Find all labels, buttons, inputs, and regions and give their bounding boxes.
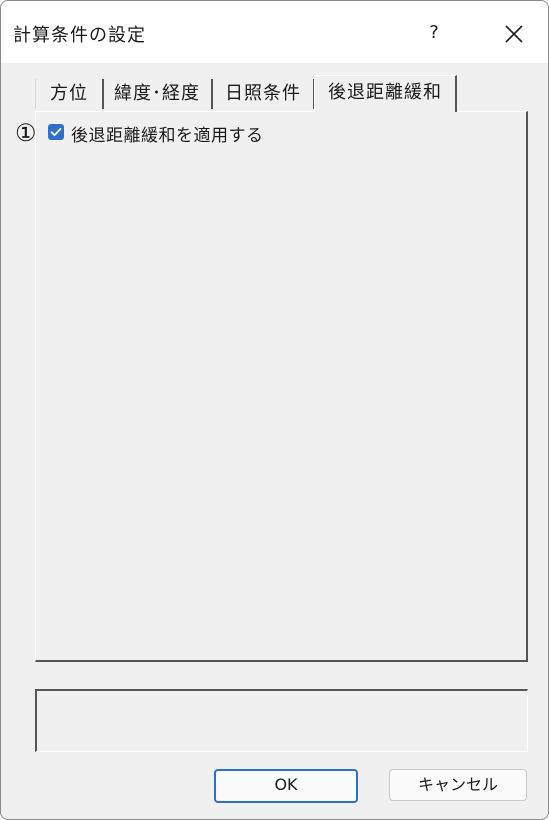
tab-panel <box>35 111 528 662</box>
tab-latitude-longitude[interactable]: 緯度･経度 <box>103 79 213 109</box>
dialog-title: 計算条件の設定 <box>13 25 146 46</box>
close-button[interactable] <box>494 15 534 51</box>
checkmark-icon <box>50 127 62 137</box>
cancel-button[interactable]: キャンセル <box>389 769 527 801</box>
annotation-marker: ① <box>15 119 37 147</box>
tab-sunlight-conditions[interactable]: 日照条件 <box>213 79 315 109</box>
message-box <box>35 689 528 752</box>
tab-setback-relaxation[interactable]: 後退距離緩和 <box>314 75 457 112</box>
settings-dialog: 計算条件の設定 ? 方位 緯度･経度 日照条件 後退距離緩和 ① 後退距離緩和を… <box>0 0 549 820</box>
apply-setback-checkbox[interactable] <box>48 124 64 140</box>
ok-button[interactable]: OK <box>214 769 358 803</box>
tab-direction[interactable]: 方位 <box>35 79 104 109</box>
help-button[interactable]: ? <box>414 15 454 51</box>
close-icon <box>505 24 523 43</box>
tab-strip: 方位 緯度･経度 日照条件 後退距離緩和 <box>35 75 515 112</box>
apply-setback-label[interactable]: 後退距離緩和を適用する <box>71 121 264 146</box>
title-bar: 計算条件の設定 ? <box>1 1 548 63</box>
